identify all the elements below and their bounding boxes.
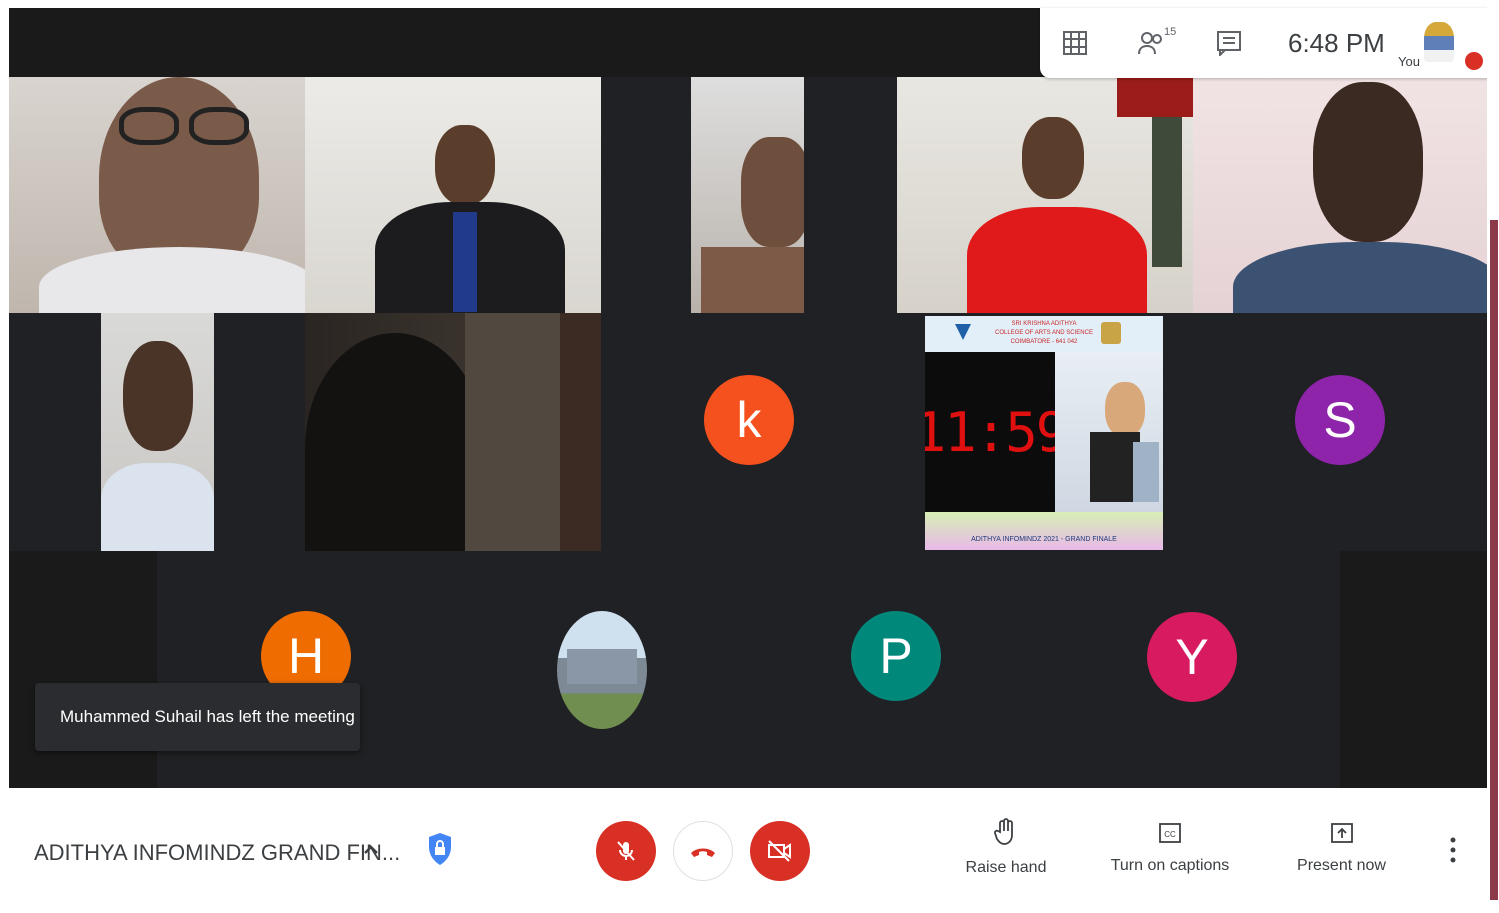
raise-hand-button[interactable]: Raise hand	[961, 818, 1051, 877]
participant-tile-y[interactable]: Y	[1045, 551, 1340, 788]
captions-icon: CC	[1105, 820, 1235, 851]
participant-video-1[interactable]	[9, 77, 305, 313]
college-banner: SRI KRISHNA ADITHYA COLLEGE OF ARTS AND …	[925, 316, 1163, 352]
toast-message: Muhammed Suhail has left the meeting	[60, 707, 355, 726]
avatar-photo	[557, 611, 647, 729]
video-grid: k SRI KRISHNA ADITHYA COLLEGE OF ARTS AN…	[9, 8, 1487, 788]
participant-video-5[interactable]	[1193, 77, 1487, 313]
caption-bar: ADITHYA INFOMINDZ 2021 - GRAND FINALE	[925, 512, 1163, 550]
camera-off-icon	[768, 840, 791, 862]
timer-value: 11:59	[925, 400, 1068, 464]
participant-video-3[interactable]	[691, 77, 804, 313]
grid-layout-icon[interactable]	[1062, 30, 1088, 62]
mic-off-icon	[617, 841, 635, 861]
avatar: S	[1295, 375, 1385, 465]
participant-tile-p[interactable]: P	[749, 551, 1045, 788]
video-feed	[897, 77, 1193, 313]
video-feed	[691, 77, 804, 313]
video-feed	[305, 313, 601, 551]
hand-icon	[961, 818, 1051, 853]
self-avatar-logo	[1424, 22, 1454, 62]
participant-tile-building[interactable]	[453, 551, 749, 788]
participant-tile-h[interactable]: H	[157, 551, 453, 788]
video-feed	[1193, 77, 1487, 313]
leave-call-button[interactable]	[673, 821, 733, 881]
svg-text:CC: CC	[1164, 830, 1176, 839]
notification-toast: Muhammed Suhail has left the meeting	[35, 683, 360, 751]
participant-video-2[interactable]	[305, 77, 601, 313]
avatar: k	[704, 375, 794, 465]
participant-video-6[interactable]	[101, 313, 214, 551]
office-photo	[1055, 352, 1163, 512]
hang-up-icon	[691, 848, 715, 857]
participant-tile-s[interactable]: S	[1193, 313, 1487, 551]
clock-time: 6:48 PM	[1288, 28, 1385, 58]
meeting-title[interactable]: ADITHYA INFOMINDZ GRAND FIN...	[34, 840, 400, 866]
caption-text: ADITHYA INFOMINDZ 2021 - GRAND FINALE	[971, 536, 1117, 543]
captions-button[interactable]: CC Turn on captions	[1105, 820, 1235, 875]
video-feed	[305, 77, 601, 313]
chevron-up-icon[interactable]	[361, 840, 381, 866]
more-options-icon[interactable]	[1449, 836, 1457, 869]
meeting-info-panel: 15 6:48 PM You	[1040, 8, 1492, 78]
video-feed	[101, 313, 214, 551]
camera-off-button[interactable]	[750, 821, 810, 881]
avatar: Y	[1147, 612, 1237, 702]
presentation-tile[interactable]: SRI KRISHNA ADITHYA COLLEGE OF ARTS AND …	[925, 316, 1163, 550]
mic-off-button[interactable]	[596, 821, 656, 881]
desktop-edge-strip	[1490, 220, 1498, 900]
raise-hand-label: Raise hand	[965, 859, 1047, 876]
security-shield-icon[interactable]	[427, 832, 453, 871]
participant-video-7[interactable]	[305, 313, 601, 551]
chat-icon[interactable]	[1216, 30, 1242, 62]
empty-area-right	[1340, 551, 1487, 788]
countdown-timer: 11:59	[925, 352, 1068, 512]
people-icon[interactable]	[1138, 30, 1166, 62]
participants-count: 15	[1164, 26, 1177, 38]
empty-area-left	[9, 551, 157, 788]
present-icon	[1289, 820, 1394, 851]
infomindz-logo-icon	[1101, 322, 1121, 344]
meet-window: k SRI KRISHNA ADITHYA COLLEGE OF ARTS AN…	[0, 0, 1499, 913]
present-now-button[interactable]: Present now	[1289, 820, 1394, 875]
self-label: You	[1398, 54, 1420, 69]
captions-label: Turn on captions	[1110, 857, 1230, 874]
video-feed	[9, 77, 305, 313]
avatar: P	[851, 611, 941, 701]
mic-off-indicator-icon	[1465, 52, 1483, 70]
participant-video-4[interactable]	[897, 77, 1193, 313]
control-bar: ADITHYA INFOMINDZ GRAND FIN... Raise han…	[9, 788, 1487, 913]
present-label: Present now	[1297, 857, 1386, 874]
participant-tile-k[interactable]: k	[601, 313, 897, 551]
college-city: COIMBATORE - 641 042	[1010, 339, 1078, 345]
